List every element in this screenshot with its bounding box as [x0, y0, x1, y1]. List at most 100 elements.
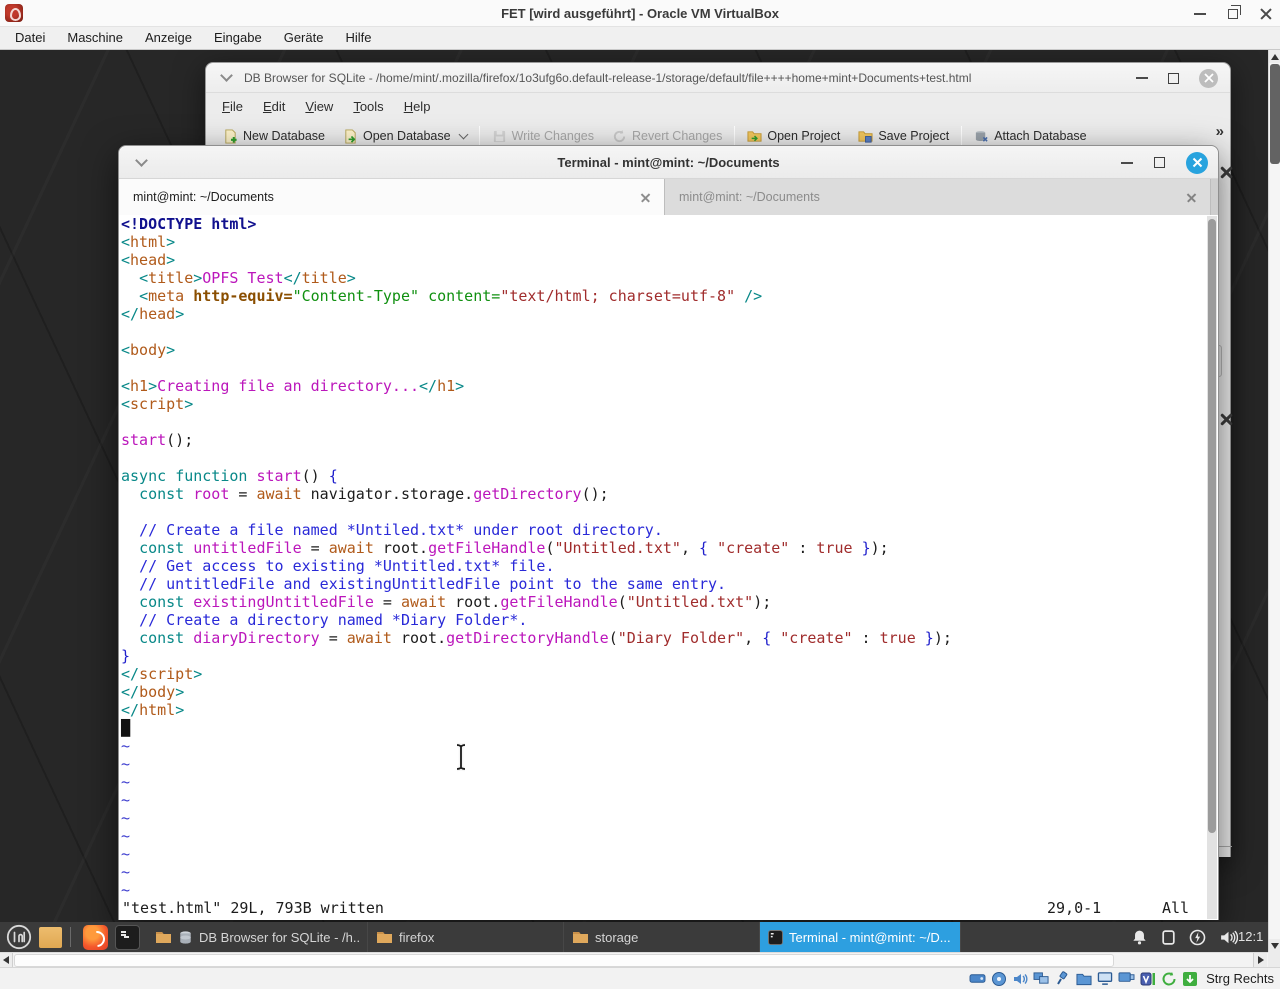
- dock-close-icon[interactable]: [1220, 413, 1233, 426]
- terminal-line: // untitledFile and existingUntitledFile…: [139, 575, 727, 593]
- host-key-label: Strg Rechts: [1206, 971, 1274, 986]
- close-icon: [1203, 73, 1214, 83]
- folder-icon: [376, 930, 393, 944]
- vbox-menu-maschine[interactable]: Maschine: [56, 27, 134, 49]
- mint-logo-icon: [6, 924, 31, 950]
- vbox-titlebar: FET [wird ausgeführt] - Oracle VM Virtua…: [0, 0, 1280, 27]
- close-icon: [1192, 157, 1202, 168]
- network-icon[interactable]: [1033, 971, 1050, 986]
- terminal-content[interactable]: <!DOCTYPE html> <html> <head> <title>OPFS …: [119, 215, 1218, 920]
- notifications-icon[interactable]: [1131, 929, 1148, 946]
- terminal-tabbar: mint@mint: ~/Documents mint@mint: ~/Docum…: [119, 179, 1218, 215]
- terminal-line: <title>OPFS Test</title>: [139, 269, 356, 287]
- terminal-launcher[interactable]: [114, 924, 141, 951]
- vbox-horizontal-scrollbar[interactable]: [0, 952, 1268, 968]
- firefox-launcher[interactable]: [82, 924, 109, 951]
- virtualbox-window: FET [wird ausgeführt] - Oracle VM Virtua…: [0, 0, 1280, 989]
- db-menu-file[interactable]: File: [212, 99, 253, 114]
- scroll-down-arrow[interactable]: [1269, 939, 1280, 952]
- terminal-tab-active[interactable]: mint@mint: ~/Documents: [119, 179, 665, 215]
- db-menu-help[interactable]: Help: [394, 99, 441, 114]
- taskbar-button-firefox[interactable]: firefox: [368, 922, 564, 952]
- db-menu-edit[interactable]: Edit: [253, 99, 295, 114]
- taskbar-button-db-browser-for-sqlite-h[interactable]: DB Browser for SQLite - /h...: [147, 922, 368, 952]
- taskbar-button-storage[interactable]: storage: [564, 922, 760, 952]
- tab-label: mint@mint: ~/Documents: [133, 190, 274, 204]
- terminal-titlebar[interactable]: Terminal - mint@mint: ~/Documents: [119, 146, 1218, 179]
- toolbar-separator: [478, 126, 480, 146]
- terminal-line: </head>: [121, 305, 185, 323]
- toolbar-separator: [734, 126, 736, 146]
- dock-close-icon[interactable]: [1220, 166, 1233, 179]
- taskbar-button-terminal-mint-mint-d[interactable]: Terminal - mint@mint: ~/D...: [760, 922, 961, 952]
- dropdown-arrow-icon[interactable]: [458, 129, 469, 140]
- vbox-restore-button[interactable]: [1228, 4, 1241, 19]
- terminal-line: ~: [121, 827, 131, 845]
- window-menu-chevron-icon[interactable]: [220, 69, 233, 82]
- opendb-icon: [343, 128, 358, 144]
- terminal-line: const existingUntitledFile = await root.…: [139, 593, 772, 611]
- vim-ruler: 29,0-1: [1047, 899, 1102, 917]
- db-menu-view[interactable]: View: [295, 99, 343, 114]
- virtualization-icon[interactable]: [1140, 971, 1156, 987]
- vbox-menu-datei[interactable]: Datei: [4, 27, 56, 49]
- battery-icon[interactable]: [1161, 929, 1176, 946]
- db-close-button[interactable]: [1199, 68, 1218, 88]
- db-browser-titlebar[interactable]: DB Browser for SQLite - /home/mint/.mozi…: [206, 63, 1230, 93]
- files-launcher[interactable]: [37, 924, 64, 951]
- terminal-close-button[interactable]: [1186, 151, 1208, 174]
- terminal-line: ~: [121, 809, 131, 827]
- vbox-close-button[interactable]: [1260, 8, 1272, 20]
- terminal-scrollbar[interactable]: [1207, 216, 1217, 919]
- terminal-line: </html>: [121, 701, 185, 719]
- terminal-line: }: [121, 647, 131, 665]
- db-icon: [178, 930, 193, 945]
- vbox-vertical-scrollbar[interactable]: [1268, 50, 1280, 952]
- firefox-icon: [83, 924, 108, 950]
- terminal-scrollbar-thumb[interactable]: [1208, 219, 1216, 833]
- scroll-right-arrow[interactable]: [1253, 953, 1267, 968]
- db-maximize-button[interactable]: [1168, 72, 1179, 84]
- terminal-tab-inactive[interactable]: mint@mint: ~/Documents: [665, 179, 1211, 215]
- taskbar-clock[interactable]: 12:1: [1238, 922, 1263, 952]
- harddisk-icon[interactable]: [969, 971, 986, 986]
- terminal-line: start();: [121, 431, 194, 449]
- db-minimize-button[interactable]: [1136, 77, 1148, 79]
- openproj-icon: [747, 129, 762, 144]
- vbox-menu-anzeige[interactable]: Anzeige: [134, 27, 203, 49]
- mouse-integration-icon[interactable]: [1161, 971, 1177, 987]
- vbox-menu-hilfe[interactable]: Hilfe: [334, 27, 382, 49]
- files-icon: [39, 926, 62, 948]
- vbox-menu-eingabe[interactable]: Eingabe: [203, 27, 273, 49]
- terminal-minimize-button[interactable]: [1121, 161, 1133, 164]
- tab-close-icon[interactable]: [1187, 193, 1196, 202]
- terminal-line: // Get access to existing *Untitled.txt*…: [139, 557, 555, 575]
- terminal-icon: [768, 929, 783, 945]
- display-icon[interactable]: [1097, 971, 1113, 986]
- scroll-up-arrow[interactable]: [1269, 50, 1280, 63]
- keyboard-icon[interactable]: [1182, 971, 1198, 987]
- vbox-hscrollbar-thumb[interactable]: [14, 954, 1114, 967]
- volume-icon[interactable]: [1219, 929, 1238, 946]
- recording-icon[interactable]: [1118, 971, 1135, 986]
- vbox-menu-ger-te[interactable]: Geräte: [273, 27, 335, 49]
- scroll-left-arrow[interactable]: [0, 953, 13, 968]
- terminal-maximize-button[interactable]: [1154, 157, 1165, 168]
- db-menu-tools[interactable]: Tools: [343, 99, 393, 114]
- mint-menu-button[interactable]: [5, 924, 32, 951]
- terminal-line: ~: [121, 845, 131, 863]
- sharedfolder-icon[interactable]: [1076, 972, 1092, 986]
- system-tray: [1131, 922, 1238, 952]
- vbox-minimize-button[interactable]: [1194, 12, 1206, 15]
- toolbar-overflow-button[interactable]: »: [1216, 123, 1224, 140]
- usb-icon[interactable]: [1055, 970, 1071, 987]
- optical-icon[interactable]: [991, 971, 1007, 987]
- power-manager-icon[interactable]: [1189, 929, 1206, 946]
- terminal-line: <h1>Creating file an directory...</h1>: [121, 377, 465, 395]
- tab-close-icon[interactable]: [641, 193, 650, 202]
- audio-icon[interactable]: [1012, 971, 1028, 987]
- vbox-vscrollbar-thumb[interactable]: [1270, 64, 1280, 164]
